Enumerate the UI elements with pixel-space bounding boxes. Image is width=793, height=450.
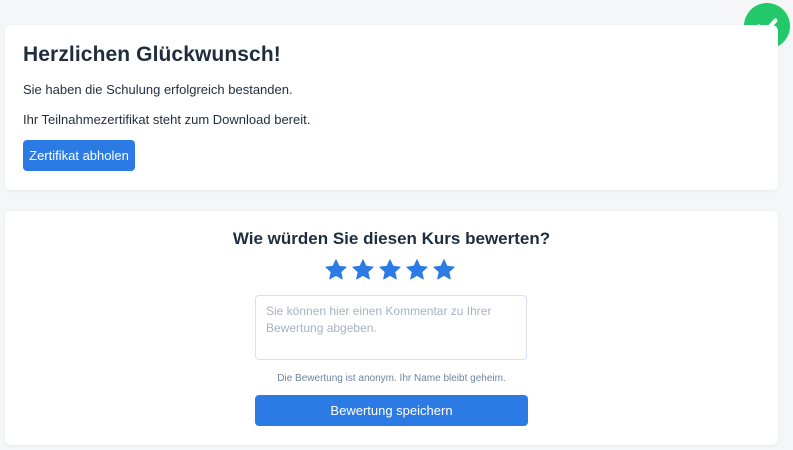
rating-question: Wie würden Sie diesen Kurs bewerten?: [232, 229, 551, 248]
comment-textarea[interactable]: [255, 295, 527, 360]
passed-message: Sie haben die Schulung erfolgreich besta…: [23, 82, 293, 97]
certificate-message: Ihr Teilnahmezertifikat steht zum Downlo…: [23, 112, 311, 127]
page-title: Herzlichen Glückwunsch!: [23, 43, 281, 66]
get-certificate-button[interactable]: Zertifikat abholen: [23, 140, 135, 171]
star-icon[interactable]: [432, 258, 456, 282]
save-rating-button[interactable]: Bewertung speichern: [255, 395, 528, 426]
star-icon[interactable]: [324, 258, 348, 282]
star-icon[interactable]: [378, 258, 402, 282]
success-card: Herzlichen Glückwunsch! Sie haben die Sc…: [5, 25, 778, 190]
rating-card: Wie würden Sie diesen Kurs bewerten? Die…: [5, 211, 778, 445]
star-icon[interactable]: [405, 258, 429, 282]
star-icon[interactable]: [351, 258, 375, 282]
anonymity-hint: Die Bewertung ist anonym. Ihr Name bleib…: [277, 373, 506, 384]
star-rating: [324, 258, 456, 282]
